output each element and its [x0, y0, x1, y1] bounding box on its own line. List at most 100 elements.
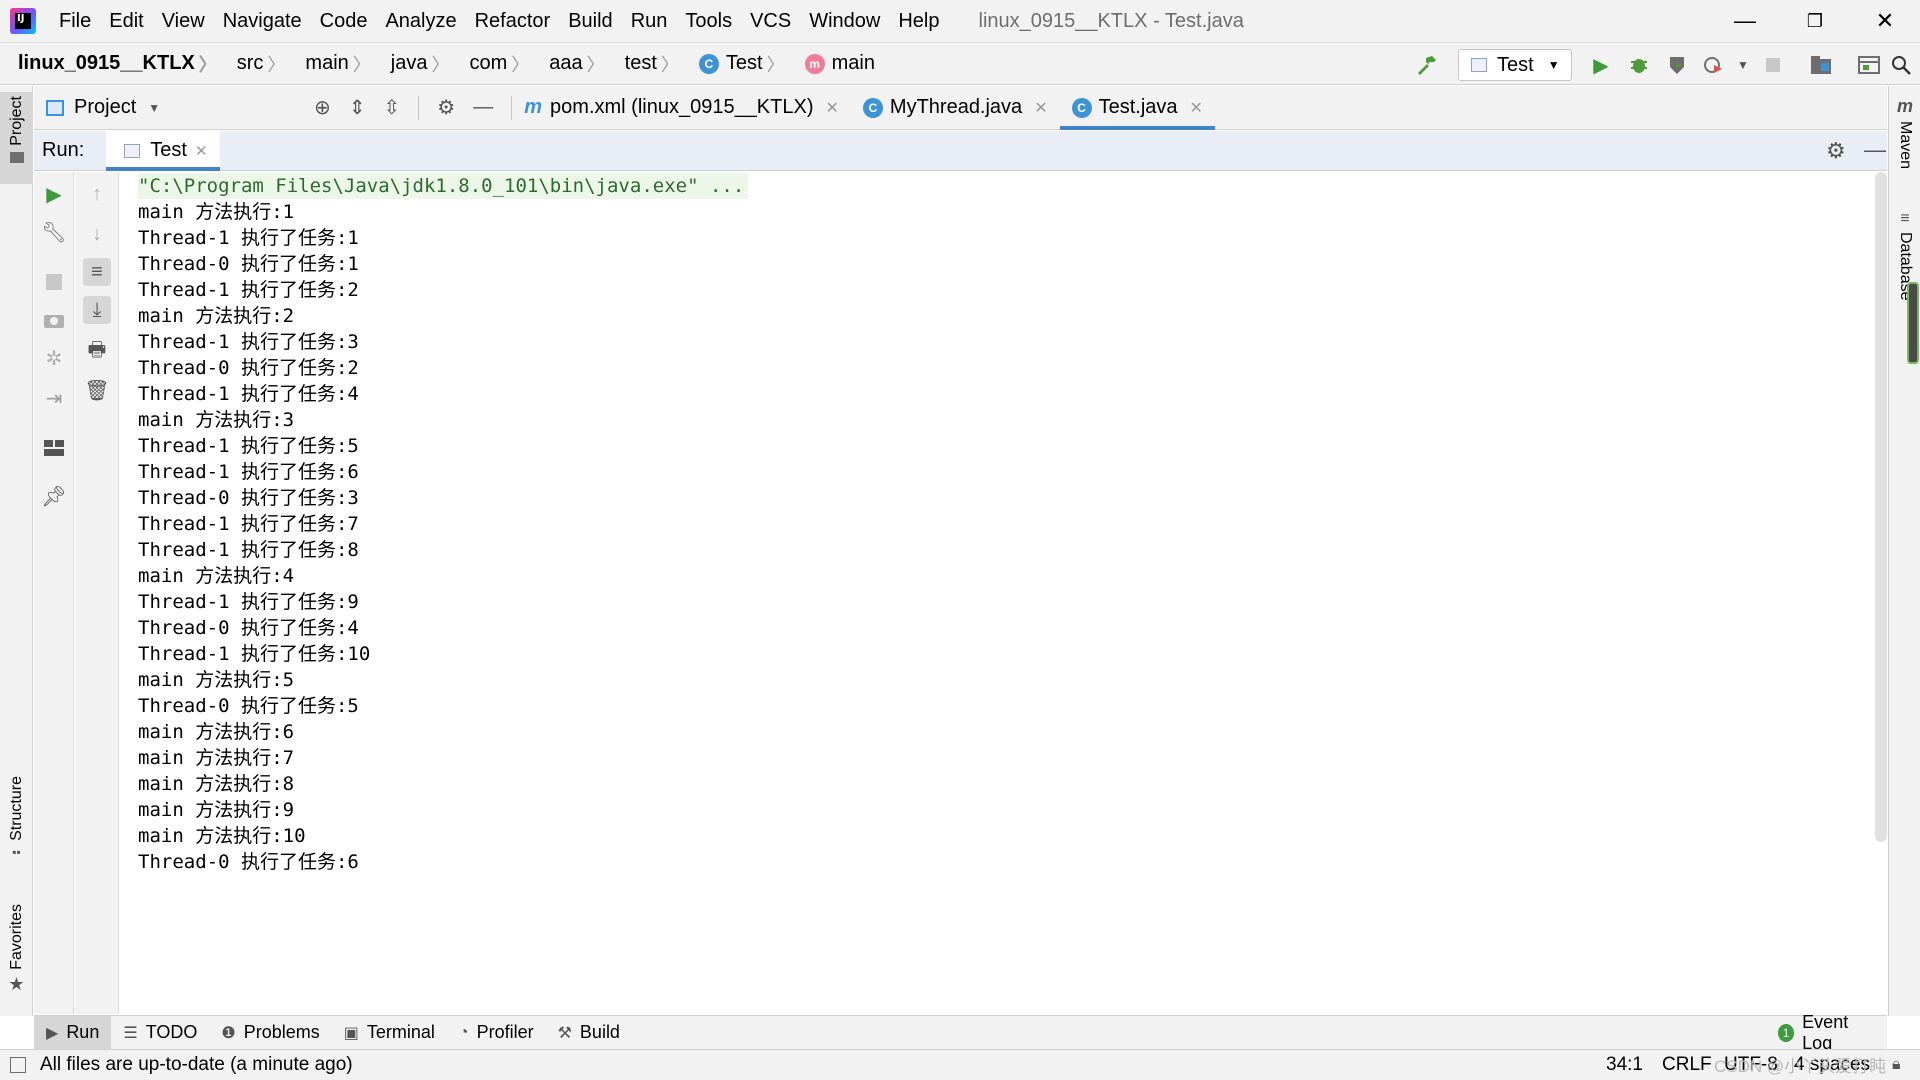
- stop-icon[interactable]: [40, 268, 68, 296]
- menu-run[interactable]: Run: [622, 10, 677, 33]
- tab-mythread-java[interactable]: C MyThread.java ✕: [851, 86, 1060, 130]
- close-button[interactable]: ✕: [1850, 0, 1920, 42]
- console-line: Thread-0 执行了任务:6: [138, 851, 359, 873]
- toolbox-icon[interactable]: [1856, 52, 1882, 78]
- bottom-tool-tabs: ▶ Run ☰ TODO ❶ Problems ▣ Terminal ◔ Profiler…: [34, 1012, 1887, 1053]
- status-toggle-icon[interactable]: [10, 1057, 26, 1073]
- debug-icon[interactable]: [1626, 52, 1652, 78]
- bottom-tab-profiler[interactable]: ◔ Profiler: [447, 1016, 546, 1050]
- close-tab-icon[interactable]: ✕: [826, 98, 839, 118]
- console-output[interactable]: "C:\Program Files\Java\jdk1.8.0_101\bin\…: [120, 172, 1887, 1014]
- settings-debug-icon[interactable]: ✲: [40, 344, 68, 372]
- more-run-options-icon[interactable]: ▼: [1730, 52, 1756, 78]
- chevron-down-icon: ▼: [1547, 58, 1560, 72]
- console-line: Thread-1 执行了任务:8: [138, 539, 359, 561]
- lock-icon[interactable]: 🔒︎: [1892, 1056, 1901, 1074]
- console-line: Thread-1 执行了任务:7: [138, 513, 359, 535]
- coverage-icon[interactable]: [1664, 52, 1690, 78]
- layout-icon[interactable]: [40, 434, 68, 462]
- bottom-tab-run[interactable]: ▶ Run: [34, 1015, 112, 1050]
- menu-edit[interactable]: Edit: [100, 10, 152, 33]
- scroll-to-end-icon[interactable]: ⤓: [83, 296, 111, 324]
- line-separator[interactable]: CRLF: [1662, 1054, 1712, 1076]
- profiler-icon: ◔: [458, 1023, 469, 1041]
- breadcrumb-class-test[interactable]: C Test 〉: [685, 51, 791, 77]
- status-bar: All files are up-to-date (a minute ago) …: [0, 1049, 1920, 1080]
- breadcrumb-project[interactable]: linux_0915__KTLX 〉: [0, 51, 223, 77]
- restore-layout-icon[interactable]: ⇥: [40, 384, 68, 412]
- soft-wrap-icon[interactable]: ≡: [83, 258, 111, 286]
- gear-icon[interactable]: ⚙: [437, 95, 455, 120]
- event-log-button[interactable]: 1 Event Log: [1766, 1012, 1887, 1053]
- wrench-icon[interactable]: 🔧︎: [40, 218, 68, 246]
- pin-icon[interactable]: 📌︎: [40, 482, 68, 510]
- console-line: main 方法执行:5: [138, 669, 295, 691]
- favorites-tool-tab[interactable]: Favorites ★: [0, 904, 33, 995]
- breadcrumb-main[interactable]: main 〉: [291, 51, 376, 77]
- rerun-icon[interactable]: ▶: [40, 180, 68, 208]
- console-line: Thread-1 执行了任务:3: [138, 331, 359, 353]
- class-icon: C: [862, 97, 883, 118]
- run-tab-test[interactable]: Test ✕: [106, 130, 220, 171]
- bottom-tab-terminal[interactable]: ▣ Terminal: [332, 1016, 447, 1050]
- bottom-tab-build[interactable]: ⚒ Build: [546, 1016, 632, 1050]
- menu-code[interactable]: Code: [311, 10, 377, 33]
- hide-icon[interactable]: —: [473, 96, 493, 119]
- trash-icon[interactable]: 🗑︎: [83, 376, 111, 404]
- arrow-up-icon[interactable]: ↑: [83, 180, 111, 208]
- close-tab-icon[interactable]: ✕: [1034, 98, 1047, 118]
- maven-tool-tab[interactable]: m Maven: [1889, 96, 1920, 169]
- bottom-tab-todo[interactable]: ☰ TODO: [111, 1016, 209, 1050]
- project-structure-icon[interactable]: [1808, 52, 1834, 78]
- console-line: Thread-1 执行了任务:4: [138, 383, 359, 405]
- console-scrollbar[interactable]: [1875, 172, 1887, 842]
- menu-tools[interactable]: Tools: [676, 10, 741, 33]
- breadcrumb-java[interactable]: java 〉: [377, 51, 456, 77]
- build-hammer-icon[interactable]: [1414, 52, 1440, 78]
- tab-pom-xml[interactable]: m pom.xml (linux_0915__KTLX) ✕: [512, 86, 851, 130]
- breadcrumb-test[interactable]: test 〉: [611, 51, 685, 77]
- camera-icon[interactable]: [40, 306, 68, 334]
- breadcrumb-method-main[interactable]: m main: [791, 52, 881, 75]
- menu-vcs[interactable]: VCS: [741, 10, 800, 33]
- menu-navigate[interactable]: Navigate: [214, 10, 311, 33]
- caret-position[interactable]: 34:1: [1606, 1054, 1643, 1076]
- bottom-tab-problems[interactable]: ❶ Problems: [209, 1016, 331, 1050]
- collapse-all-icon[interactable]: ⇳: [384, 95, 401, 120]
- stop-icon[interactable]: [1760, 52, 1786, 78]
- hide-icon[interactable]: —: [1864, 137, 1886, 163]
- breadcrumb-src[interactable]: src 〉: [223, 51, 292, 77]
- print-icon[interactable]: 🖶︎: [83, 338, 111, 366]
- run-icon[interactable]: ▶: [1588, 52, 1614, 78]
- breadcrumb-separator-icon: 〉: [267, 54, 286, 75]
- breadcrumb-aaa[interactable]: aaa 〉: [535, 51, 610, 77]
- gear-icon[interactable]: ⚙: [1826, 138, 1846, 164]
- project-tool-tab[interactable]: Project: [0, 92, 33, 184]
- menu-analyze[interactable]: Analyze: [376, 10, 465, 33]
- search-icon[interactable]: [1888, 52, 1914, 78]
- close-tab-icon[interactable]: ✕: [195, 142, 208, 160]
- console-line: main 方法执行:1: [138, 201, 295, 223]
- project-view-selector[interactable]: Project ▼: [34, 96, 284, 119]
- restore-button[interactable]: ❐: [1780, 0, 1850, 42]
- run-window-label: Run:: [42, 139, 85, 161]
- menu-build[interactable]: Build: [559, 10, 621, 33]
- breadcrumb-com[interactable]: com 〉: [455, 51, 535, 77]
- console-line: Thread-0 执行了任务:1: [138, 253, 359, 275]
- close-tab-icon[interactable]: ✕: [1190, 98, 1203, 118]
- menu-help[interactable]: Help: [889, 10, 948, 33]
- menu-refactor[interactable]: Refactor: [466, 10, 560, 33]
- run-toolbar-primary: ▶ 🔧︎ ✲ ⇥ 📌︎: [34, 172, 74, 1014]
- tab-test-java[interactable]: C Test.java ✕: [1059, 86, 1216, 130]
- menu-file[interactable]: File: [50, 10, 100, 33]
- menu-window[interactable]: Window: [800, 10, 889, 33]
- menu-view[interactable]: View: [153, 10, 214, 33]
- minimize-button[interactable]: —: [1710, 0, 1780, 42]
- profile-icon[interactable]: [1700, 52, 1726, 78]
- run-configuration-selector[interactable]: Test ▼: [1458, 49, 1572, 81]
- run-toolbar-secondary: ↑ ↓ ≡ ⤓ 🖶︎ 🗑︎: [75, 172, 119, 1014]
- locate-icon[interactable]: ⊕: [314, 95, 331, 120]
- structure-tool-tab[interactable]: Structure ▪▪: [0, 776, 33, 859]
- arrow-down-icon[interactable]: ↓: [83, 220, 111, 248]
- expand-all-icon[interactable]: ⇕: [349, 95, 366, 120]
